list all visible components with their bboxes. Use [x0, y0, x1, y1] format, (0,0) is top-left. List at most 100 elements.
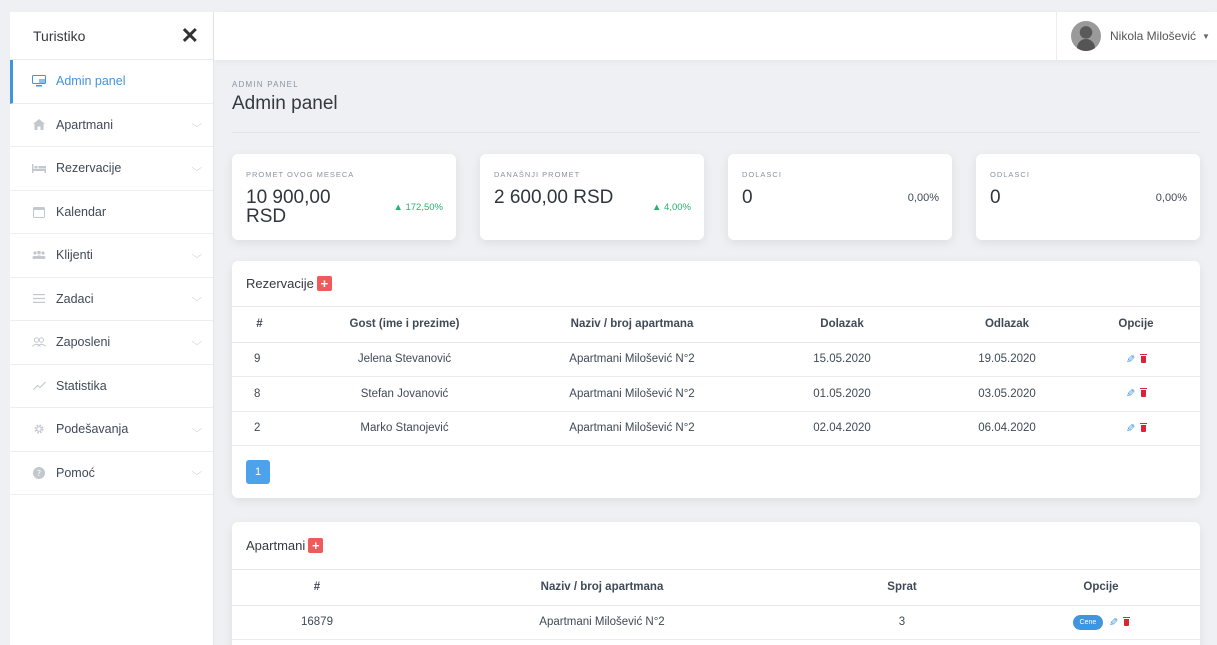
trash-icon[interactable]	[1123, 616, 1131, 626]
cell-apartment: Apartmani Milošević N°2	[522, 342, 742, 377]
column-header: Opcije	[1072, 307, 1200, 343]
cell-arrival: 15.05.2020	[742, 342, 942, 377]
gear-icon	[32, 422, 46, 436]
stat-card-daily-turnover: DANAŠNJI PROMET 2 600,00 RSD ▲ 4,00%	[480, 154, 704, 240]
cell-name: Apartmani Milošević N°2	[402, 605, 802, 640]
table-row: 16879 Apartmani Milošević N°2 3 Cene ✎	[232, 605, 1200, 640]
breadcrumb: ADMIN PANEL	[232, 80, 299, 89]
prices-button[interactable]: Cene	[1072, 614, 1104, 630]
user-name: Nikola Milošević	[1110, 29, 1197, 43]
user-menu[interactable]: Nikola Milošević ▼	[1056, 12, 1217, 60]
sidebar-item-label: Klijenti	[56, 248, 93, 263]
main-content: ADMIN PANEL Admin panel PROMET OVOG MESE…	[214, 60, 1217, 645]
sidebar-item-statistika[interactable]: Statistika	[10, 365, 213, 408]
chevron-down-icon: ⌵	[191, 249, 203, 261]
sidebar-item-podesavanja[interactable]: Podešavanja ⌵	[10, 408, 213, 452]
chevron-down-icon: ⌵	[191, 293, 203, 305]
sidebar-item-klijenti[interactable]: Klijenti ⌵	[10, 234, 213, 278]
stat-label: PROMET OVOG MESECA	[246, 170, 355, 179]
stat-percent: 0,00%	[1155, 192, 1187, 204]
stat-label: ODLASCI	[990, 170, 1030, 179]
cell-options: ✎	[1072, 411, 1200, 446]
column-header: Gost (ime i prezime)	[287, 307, 522, 343]
sidebar-item-apartmani[interactable]: Apartmani ⌵	[10, 104, 213, 147]
people-icon	[32, 335, 46, 349]
home-icon	[32, 118, 46, 132]
cell-id: 2	[232, 411, 287, 446]
sidebar-item-label: Admin panel	[56, 74, 126, 89]
apartments-card: Apartmani + # Naziv / broj apartmana Spr…	[232, 522, 1200, 645]
chart-line-icon	[32, 379, 46, 393]
cell-options: Cene ✎	[1002, 605, 1200, 640]
trash-icon[interactable]	[1140, 422, 1148, 432]
cell-guest: Marko Stanojević	[287, 411, 522, 446]
brand-title: Turistiko	[33, 27, 86, 44]
users-icon	[32, 248, 46, 262]
stat-card-monthly-turnover: PROMET OVOG MESECA 10 900,00 RSD ▲ 172,5…	[232, 154, 456, 240]
column-header: Opcije	[1002, 570, 1200, 606]
card-header: Apartmani +	[232, 522, 1200, 570]
chevron-down-icon: ⌵	[191, 423, 203, 435]
column-header: #	[232, 570, 402, 606]
cell-arrival: 01.05.2020	[742, 376, 942, 412]
sidebar-item-label: Kalendar	[56, 204, 107, 219]
sidebar-item-zadaci[interactable]: Zadaci ⌵	[10, 278, 213, 321]
cell-options: ✎	[1072, 342, 1200, 377]
stat-card-arrivals: DOLASCI 0 0,00%	[728, 154, 952, 240]
sidebar: Turistiko ✕ Admin panel Apartmani ⌵ Reze…	[10, 12, 214, 645]
avatar	[1071, 21, 1101, 51]
trash-icon[interactable]	[1140, 353, 1148, 363]
divider	[232, 132, 1200, 133]
add-apartment-button[interactable]: +	[308, 538, 324, 553]
help-icon: ?	[32, 466, 46, 480]
stat-value: 10 900,00 RSD	[246, 187, 331, 227]
edit-icon[interactable]: ✎	[1126, 353, 1135, 366]
edit-icon[interactable]: ✎	[1109, 616, 1118, 629]
cell-apartment: Apartmani Milošević N°2	[522, 376, 742, 412]
sidebar-item-label: Rezervacije	[56, 161, 122, 176]
card-title: Apartmani	[246, 538, 306, 553]
table-row: 9 Jelena Stevanović Apartmani Milošević …	[232, 342, 1200, 377]
svg-text:?: ?	[37, 469, 41, 478]
table-row: 8 Stefan Jovanović Apartmani Milošević N…	[232, 376, 1200, 412]
sidebar-item-zaposleni[interactable]: Zaposleni ⌵	[10, 321, 213, 365]
add-reservation-button[interactable]: +	[316, 276, 332, 291]
cell-options: ✎	[1072, 376, 1200, 412]
cell-id: 16879	[232, 605, 402, 640]
card-header: Rezervacije +	[232, 261, 1200, 307]
sidebar-item-label: Zadaci	[56, 291, 94, 306]
sidebar-brand: Turistiko ✕	[10, 12, 213, 60]
trash-icon[interactable]	[1140, 388, 1148, 398]
sidebar-item-label: Statistika	[56, 378, 107, 393]
cell-departure: 19.05.2020	[942, 342, 1072, 377]
cell-apartment: Apartmani Milošević N°2	[522, 411, 742, 446]
column-header: Odlazak	[942, 307, 1072, 343]
cell-departure: 03.05.2020	[942, 376, 1072, 412]
sidebar-item-kalendar[interactable]: Kalendar	[10, 191, 213, 234]
sidebar-item-label: Pomoć	[56, 465, 95, 480]
sidebar-item-pomoc[interactable]: ? Pomoć ⌵	[10, 452, 213, 495]
page-title: Admin panel	[232, 93, 338, 114]
stat-label: DANAŠNJI PROMET	[494, 170, 581, 179]
close-icon[interactable]: ✕	[181, 24, 199, 47]
pagination: 1	[232, 446, 1200, 498]
chevron-down-icon: ⌵	[191, 119, 203, 131]
sidebar-item-rezervacije[interactable]: Rezervacije ⌵	[10, 147, 213, 191]
stat-value: 2 600,00 RSD	[494, 187, 614, 208]
stat-change: ▲ 4,00%	[652, 202, 691, 213]
column-header: Naziv / broj apartmana	[522, 307, 742, 343]
cell-guest: Stefan Jovanović	[287, 376, 522, 412]
table-row: 2 Marko Stanojević Apartmani Milošević N…	[232, 411, 1200, 446]
stat-card-departures: ODLASCI 0 0,00%	[976, 154, 1200, 240]
page-button[interactable]: 1	[246, 460, 270, 484]
cell-id: 8	[232, 376, 287, 412]
edit-icon[interactable]: ✎	[1126, 422, 1135, 435]
edit-icon[interactable]: ✎	[1126, 387, 1135, 400]
card-title: Rezervacije	[246, 276, 314, 291]
sidebar-item-label: Apartmani	[56, 117, 113, 132]
column-header: Dolazak	[742, 307, 942, 343]
column-header: Sprat	[802, 570, 1002, 606]
bed-icon	[32, 161, 46, 175]
sidebar-item-admin-panel[interactable]: Admin panel	[10, 60, 213, 104]
chevron-down-icon: ⌵	[191, 162, 203, 174]
